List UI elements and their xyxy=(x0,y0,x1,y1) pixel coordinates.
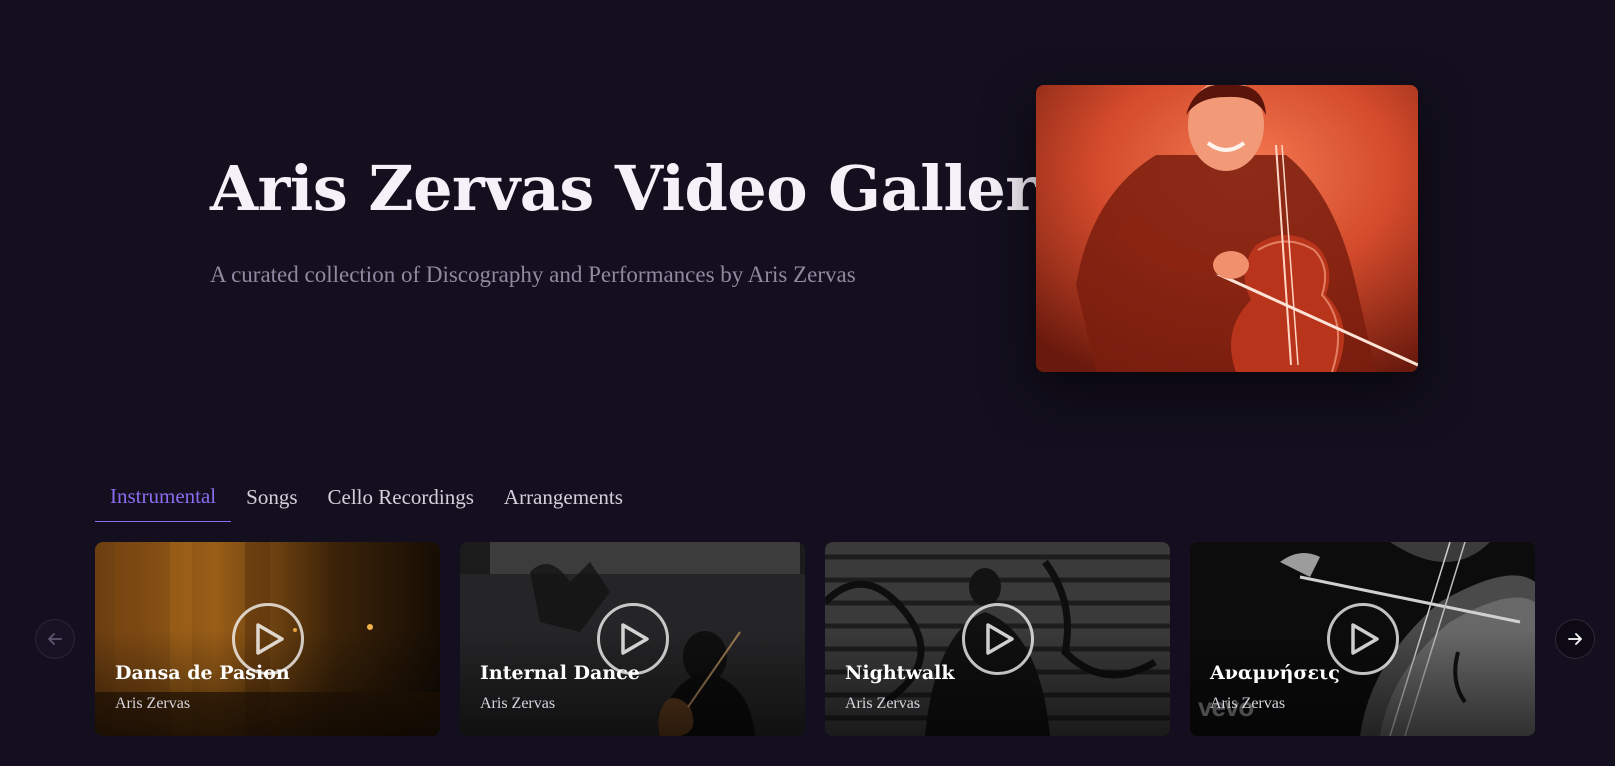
tab-songs[interactable]: Songs xyxy=(231,485,312,522)
tab-arrangements[interactable]: Arrangements xyxy=(489,485,638,522)
tab-instrumental[interactable]: Instrumental xyxy=(95,484,232,522)
video-title: Internal Dance xyxy=(480,662,640,684)
page: Aris Zervas Video Gallery A curated coll… xyxy=(0,0,1615,766)
carousel-prev-button[interactable] xyxy=(35,619,75,659)
page-subtitle: A curated collection of Discography and … xyxy=(210,262,856,287)
video-card[interactable]: vevo Αναμνήσεις Aris Zervas xyxy=(1190,542,1535,736)
video-artist: Aris Zervas xyxy=(115,695,191,712)
tab-cello-recordings[interactable]: Cello Recordings xyxy=(313,485,489,522)
page-title: Aris Zervas Video Gallery xyxy=(210,152,1074,225)
video-title: Nightwalk xyxy=(845,662,955,684)
video-card[interactable]: Internal Dance Aris Zervas xyxy=(460,542,805,736)
hero-cellist-image xyxy=(1036,85,1418,372)
video-artist: Aris Zervas xyxy=(845,695,921,712)
video-title: Αναμνήσεις xyxy=(1210,662,1340,684)
video-artist: Aris Zervas xyxy=(480,695,556,712)
arrow-right-icon xyxy=(1568,633,1582,645)
arrow-left-icon xyxy=(48,633,62,645)
video-card[interactable]: Nightwalk Aris Zervas xyxy=(825,542,1170,736)
carousel-next-button[interactable] xyxy=(1555,619,1595,659)
video-title: Dansa de Pasion xyxy=(115,662,290,684)
play-icon[interactable] xyxy=(961,603,1034,675)
video-artist: Aris Zervas xyxy=(1210,695,1286,712)
video-card[interactable]: Dansa de Pasion Aris Zervas xyxy=(95,542,440,736)
category-tabs: Instrumental Songs Cello Recordings Arra… xyxy=(95,470,638,522)
